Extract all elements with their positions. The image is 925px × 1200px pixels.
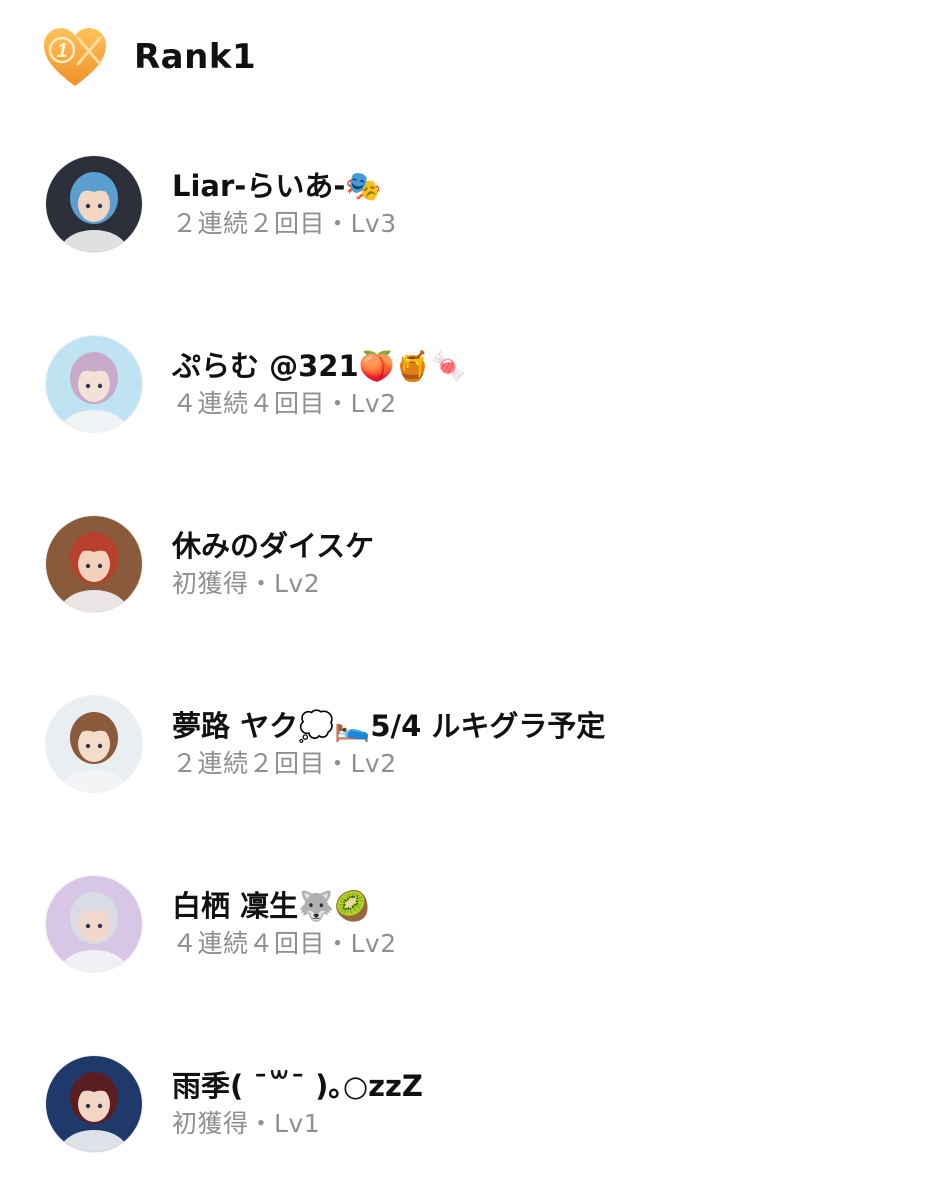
avatar-illustration-icon [46,516,142,612]
user-info: 白栖 凜生🐺🥝 ４連続４回目・Lv2 [172,886,397,962]
rank-badge-number: 1 [56,40,67,62]
user-avatar[interactable] [46,696,142,792]
user-streak-level: ２連続２回目・Lv2 [172,749,397,778]
user-streak-level: ４連続４回目・Lv2 [172,389,397,418]
user-name[interactable]: 夢路 ヤク💭🛌5/4 ルキグラ予定 [172,706,605,746]
user-info: Liar-らいあ-🎭 ２連続２回目・Lv3 [172,166,397,242]
user-row[interactable]: Liar-らいあ-🎭 ２連続２回目・Lv3 [46,154,906,254]
user-streak-level: 初獲得・Lv2 [172,569,321,598]
user-name[interactable]: Liar-らいあ-🎭 [172,166,397,206]
avatar-illustration-icon [46,336,142,432]
user-streak-level: ２連続２回目・Lv3 [172,209,397,238]
rank-header: 1 Rank1 [40,22,256,92]
avatar-illustration-icon [46,1056,142,1152]
user-info: 夢路 ヤク💭🛌5/4 ルキグラ予定 ２連続２回目・Lv2 [172,706,605,782]
user-avatar[interactable] [46,336,142,432]
avatar-illustration-icon [46,156,142,252]
user-streak-level: ４連続４回目・Lv2 [172,929,397,958]
user-row[interactable]: ぷらむ @321🍑🍯🍬 ４連続４回目・Lv2 [46,334,906,434]
user-avatar[interactable] [46,876,142,972]
user-info: ぷらむ @321🍑🍯🍬 ４連続４回目・Lv2 [172,346,467,422]
rank-title: Rank1 [134,37,257,77]
user-avatar[interactable] [46,1056,142,1152]
user-row[interactable]: 雨季( ˉ꒳ˉ )｡○zzZ 初獲得・Lv1 [46,1054,906,1154]
user-avatar[interactable] [46,516,142,612]
user-avatar[interactable] [46,156,142,252]
user-info: 休みのダイスケ初獲得・Lv2 [172,526,374,602]
avatar-illustration-icon [46,696,142,792]
user-row[interactable]: 休みのダイスケ初獲得・Lv2 [46,514,906,614]
user-row[interactable]: 白栖 凜生🐺🥝 ４連続４回目・Lv2 [46,874,906,974]
user-name[interactable]: ぷらむ @321🍑🍯🍬 [172,346,467,386]
user-streak-level: 初獲得・Lv1 [172,1109,321,1138]
avatar-illustration-icon [46,876,142,972]
rank-heart-badge-icon: 1 [44,28,106,86]
user-name[interactable]: 休みのダイスケ [172,526,374,566]
user-name[interactable]: 白栖 凜生🐺🥝 [172,886,397,926]
user-row[interactable]: 夢路 ヤク💭🛌5/4 ルキグラ予定 ２連続２回目・Lv2 [46,694,906,794]
user-name[interactable]: 雨季( ˉ꒳ˉ )｡○zzZ [172,1066,423,1106]
user-info: 雨季( ˉ꒳ˉ )｡○zzZ 初獲得・Lv1 [172,1066,423,1142]
